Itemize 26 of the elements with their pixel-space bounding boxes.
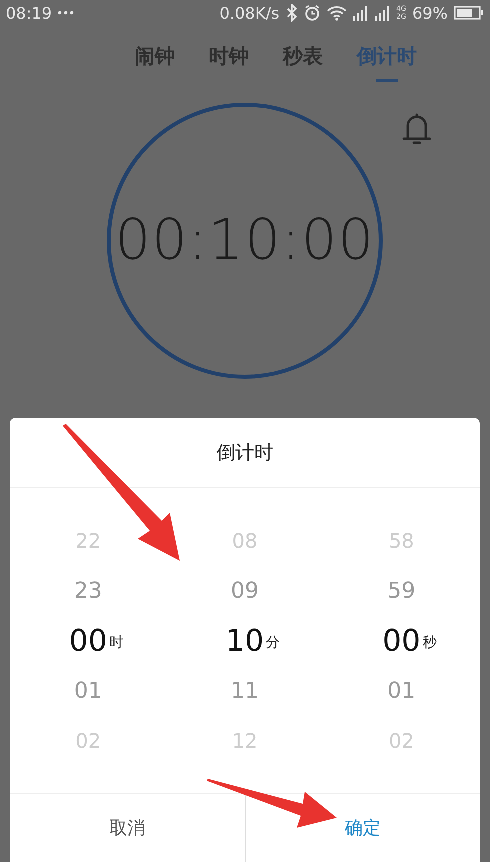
picker-value[interactable]: 09 (231, 566, 259, 616)
battery-level: 69% (412, 4, 448, 23)
signal-icon (374, 6, 391, 21)
picker-value[interactable]: 01 (388, 666, 416, 716)
picker-value[interactable]: 59 (388, 566, 416, 616)
timer-display: 00:10:00 (115, 208, 375, 274)
picker-value[interactable]: 11 (231, 666, 259, 716)
cancel-button[interactable]: 取消 (10, 794, 244, 862)
tab[interactable]: 秒表 (283, 42, 323, 85)
unit-label: 分 (266, 634, 280, 652)
signal-icon (352, 6, 369, 21)
more-icon (58, 11, 74, 16)
network-speed: 0.08K/s (220, 4, 280, 23)
unit-label: 秒 (422, 634, 437, 652)
alarm-icon (304, 4, 321, 22)
battery-icon (454, 6, 484, 20)
picker-value[interactable]: 23 (74, 566, 102, 616)
wifi-icon (326, 6, 347, 21)
dialog-title: 倒计时 (216, 440, 274, 466)
bluetooth-icon (286, 4, 298, 22)
picker-value[interactable]: 01 (74, 666, 102, 716)
status-time: 08:19 (6, 4, 52, 23)
tab[interactable]: 倒计时 (357, 42, 417, 85)
tab[interactable]: 时钟 (209, 42, 249, 85)
tab[interactable]: 闹钟 (135, 42, 175, 85)
unit-label: 时 (109, 634, 124, 652)
